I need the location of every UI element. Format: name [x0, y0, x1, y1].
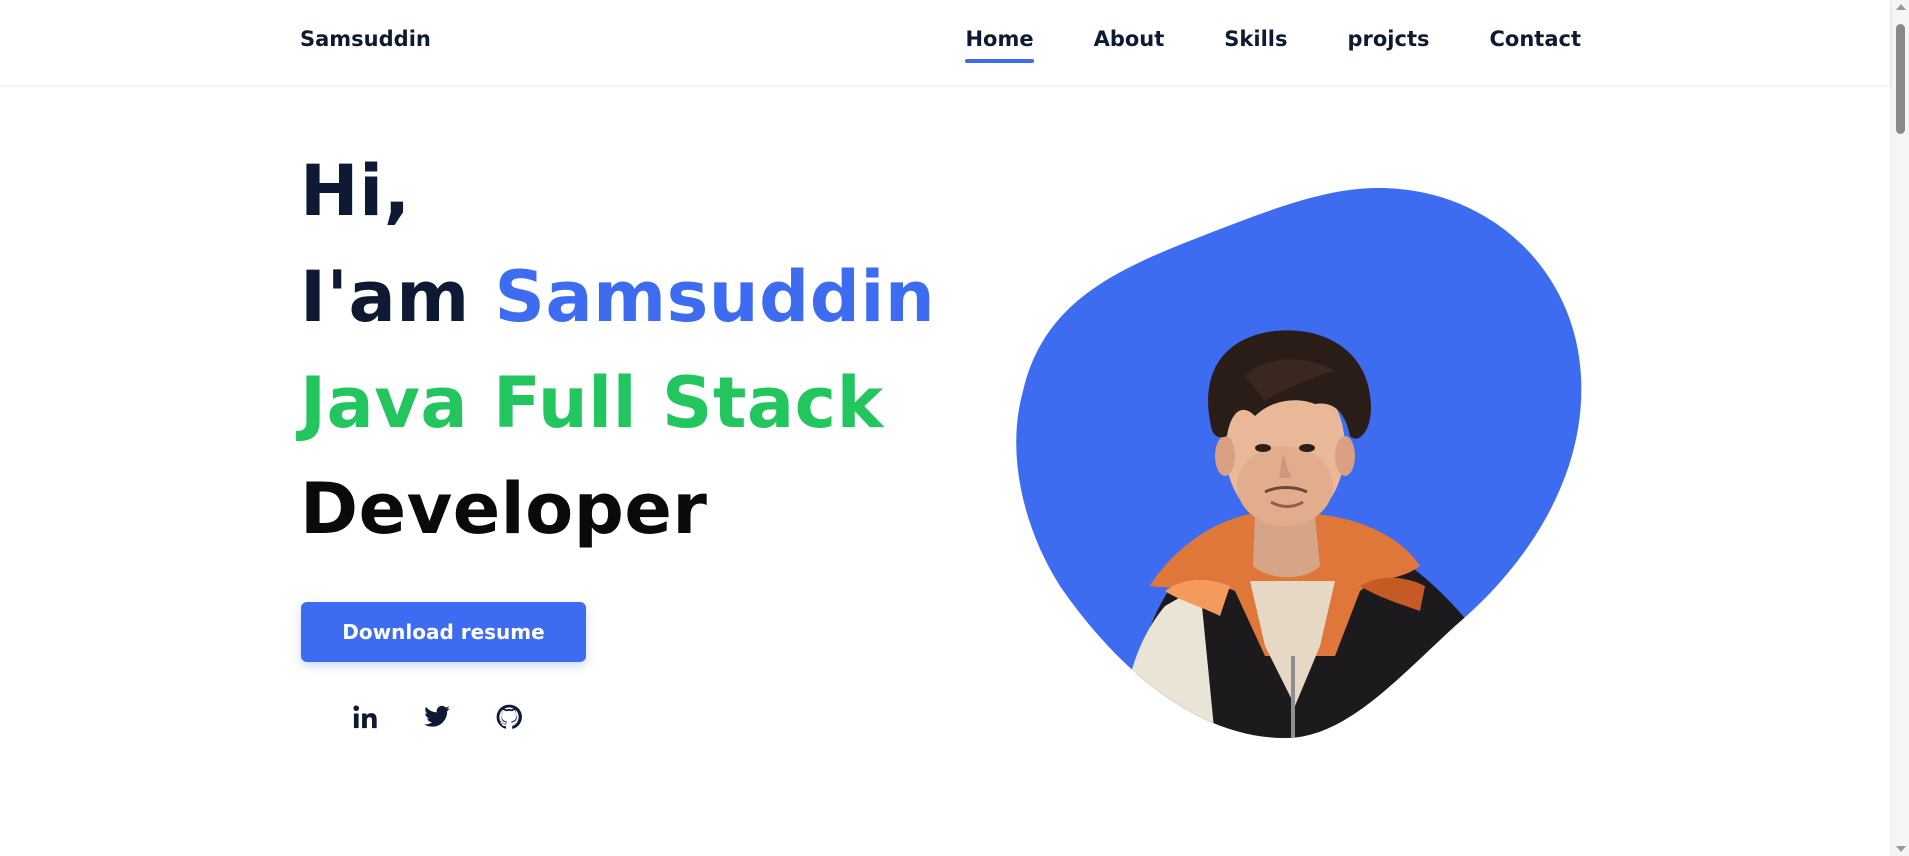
download-resume-button[interactable]: Download resume: [301, 602, 586, 662]
scroll-down-arrow-icon[interactable]: [1896, 846, 1906, 852]
github-icon: [496, 704, 522, 729]
nav-item-skills[interactable]: Skills: [1224, 27, 1287, 63]
twitter-icon: [424, 705, 450, 727]
site-header: Samsuddin Home About Skills projcts Cont…: [0, 0, 1890, 85]
hero-intro-line: I'am Samsuddin: [300, 244, 935, 350]
nav-item-about[interactable]: About: [1094, 27, 1165, 63]
brand-logo[interactable]: Samsuddin: [300, 27, 431, 51]
nav-item-home[interactable]: Home: [965, 27, 1034, 63]
linkedin-link[interactable]: [350, 702, 380, 732]
github-link[interactable]: [494, 702, 524, 732]
hero-intro-prefix: I'am: [300, 256, 470, 338]
scroll-thumb[interactable]: [1896, 24, 1905, 134]
scroll-up-arrow-icon[interactable]: [1896, 4, 1906, 10]
hero-role-highlight: Java Full Stack: [300, 362, 884, 444]
linkedin-icon: [353, 705, 377, 729]
hero-name: Samsuddin: [494, 256, 936, 338]
twitter-link[interactable]: [422, 702, 452, 732]
portrait-blob: [1016, 187, 1582, 738]
hero-greeting: Hi,: [300, 150, 411, 232]
nav-item-projects[interactable]: projcts: [1347, 27, 1429, 63]
page-scrollbar[interactable]: [1890, 0, 1909, 856]
hero-heading: Hi, I'am Samsuddin Java Full Stack Devel…: [300, 138, 935, 562]
hero-portrait: [1015, 186, 1582, 738]
nav-item-contact[interactable]: Contact: [1490, 27, 1582, 63]
social-links: [350, 702, 524, 732]
hero-role-rest: Developer: [300, 468, 708, 550]
main-nav: Home About Skills projcts Contact: [965, 27, 1581, 63]
